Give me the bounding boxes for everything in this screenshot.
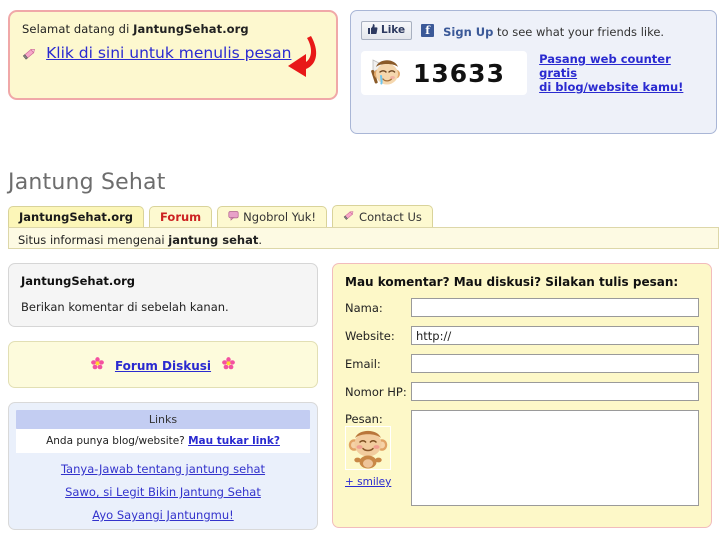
site-tagline: Situs informasi mengenai jantung sehat.	[8, 227, 719, 249]
facebook-signup-link[interactable]: Sign Up	[443, 25, 493, 39]
list-item[interactable]: Ayo Sayangi Jantungmu!	[16, 508, 310, 522]
website-label: Website:	[345, 329, 395, 343]
form-row-pesan: Pesan: + smiley	[345, 410, 699, 506]
tab-label: Ngobrol Yuk!	[243, 210, 317, 224]
form-row-nomor-hp: Nomor HP:	[345, 382, 699, 401]
chat-icon	[228, 210, 239, 224]
link-exchange-row: Anda punya blog/website? Mau tukar link?	[16, 429, 310, 453]
facebook-signup-suffix: to see what your friends like.	[493, 24, 665, 39]
web-counter-value: 13633	[413, 58, 505, 88]
facebook-like-button[interactable]: Like	[361, 20, 413, 40]
left-sidebar: JantungSehat.org Berikan komentar di seb…	[8, 263, 318, 530]
forum-diskusi-panel: Forum Diskusi	[8, 341, 318, 388]
pesan-label: Pesan:	[345, 412, 383, 426]
top-row: Selamat datang di JantungSehat.org Klik …	[0, 0, 727, 134]
list-item[interactable]: Sawo, si Legit Bikin Jantung Sehat	[16, 485, 310, 499]
form-row-nama: Nama:	[345, 298, 699, 317]
flower-icon	[222, 355, 236, 374]
counter-promo-line1[interactable]: Pasang web counter gratis	[539, 52, 706, 80]
nomor-hp-field[interactable]	[411, 382, 699, 401]
welcome-site-name: JantungSehat.org	[133, 22, 249, 36]
comment-form-column: Mau komentar? Mau diskusi? Silakan tulis…	[332, 263, 712, 528]
welcome-callout: Selamat datang di JantungSehat.org Klik …	[8, 10, 338, 100]
link-exchange-link[interactable]: Mau tukar link?	[188, 435, 280, 447]
form-row-website: Website:	[345, 326, 699, 345]
about-panel: JantungSehat.org Berikan komentar di seb…	[8, 263, 318, 327]
facebook-signup-text: Sign Up to see what your friends like.	[443, 21, 664, 40]
facebook-f-icon: f	[421, 23, 435, 37]
nama-label: Nama:	[345, 301, 383, 315]
counter-promo-link[interactable]: Pasang web counter gratis di blog/websit…	[539, 52, 706, 94]
tab-bar: JantungSehat.org Forum Ngobrol Yuk! Cont…	[8, 205, 727, 227]
facebook-counter-box: Like f Sign Up to see what your friends …	[350, 10, 717, 134]
link-exchange-text: Anda punya blog/website?	[46, 435, 189, 447]
list-item[interactable]: Tanya-Jawab tentang jantung sehat	[16, 462, 310, 476]
tab-contact-us[interactable]: Contact Us	[332, 205, 433, 227]
tab-jantungsehat[interactable]: JantungSehat.org	[8, 206, 145, 227]
welcome-cta-wrap: Klik di sini untuk menulis pesan	[22, 43, 324, 66]
web-counter-plate: 13633	[361, 51, 528, 95]
email-field[interactable]	[411, 354, 699, 373]
facebook-bar: Like f Sign Up to see what your friends …	[361, 19, 706, 41]
welcome-greeting-prefix: Selamat datang di	[22, 22, 134, 36]
content-columns: JantungSehat.org Berikan komentar di seb…	[0, 249, 727, 530]
comment-form-panel: Mau komentar? Mau diskusi? Silakan tulis…	[332, 263, 712, 528]
tab-label: JantungSehat.org	[19, 210, 134, 224]
tagline-bold: jantung sehat	[168, 233, 259, 247]
pesan-textarea[interactable]	[411, 410, 699, 506]
links-panel: Links Anda punya blog/website? Mau tukar…	[8, 402, 318, 530]
facebook-like-label: Like	[381, 24, 406, 36]
red-curved-arrow-icon	[280, 34, 322, 90]
nama-field[interactable]	[411, 298, 699, 317]
page-title: Jantung Sehat	[8, 170, 166, 195]
page-root: Selamat datang di JantungSehat.org Klik …	[0, 0, 727, 545]
smiley-picker: Pesan: + smiley	[345, 410, 411, 489]
about-panel-title: JantungSehat.org	[21, 274, 136, 288]
comment-form-heading: Mau komentar? Mau diskusi? Silakan tulis…	[345, 275, 679, 289]
form-row-email: Email:	[345, 354, 699, 373]
links-panel-header: Links	[16, 410, 310, 429]
welcome-cta-link[interactable]: Klik di sini untuk menulis pesan	[46, 44, 291, 62]
counter-promo-line2[interactable]: di blog/website kamu!	[539, 80, 706, 94]
flower-icon	[90, 355, 109, 374]
forum-diskusi-link[interactable]: Forum Diskusi	[115, 359, 211, 373]
tab-forum[interactable]: Forum	[149, 206, 213, 227]
thumbs-up-icon	[366, 23, 378, 38]
add-smiley-link[interactable]: + smiley	[345, 476, 391, 488]
pencil-icon	[343, 209, 355, 224]
email-label: Email:	[345, 357, 381, 371]
crying-monkey-icon	[369, 54, 403, 92]
tab-ngobrol-yuk[interactable]: Ngobrol Yuk!	[217, 206, 328, 227]
nomor-hp-label: Nomor HP:	[345, 385, 407, 399]
tab-label: Contact Us	[359, 209, 422, 224]
monkey-smiley-icon[interactable]	[345, 426, 391, 470]
website-field[interactable]	[411, 326, 699, 345]
welcome-greeting: Selamat datang di JantungSehat.org	[22, 22, 324, 36]
tagline-suffix: .	[258, 233, 263, 247]
pencil-icon	[22, 46, 37, 66]
tab-label: Forum	[160, 210, 202, 224]
about-panel-body: Berikan komentar di sebelah kanan.	[21, 300, 229, 314]
counter-row: 13633 Pasang web counter gratis di blog/…	[361, 51, 706, 95]
tagline-prefix: Situs informasi mengenai	[18, 233, 169, 247]
